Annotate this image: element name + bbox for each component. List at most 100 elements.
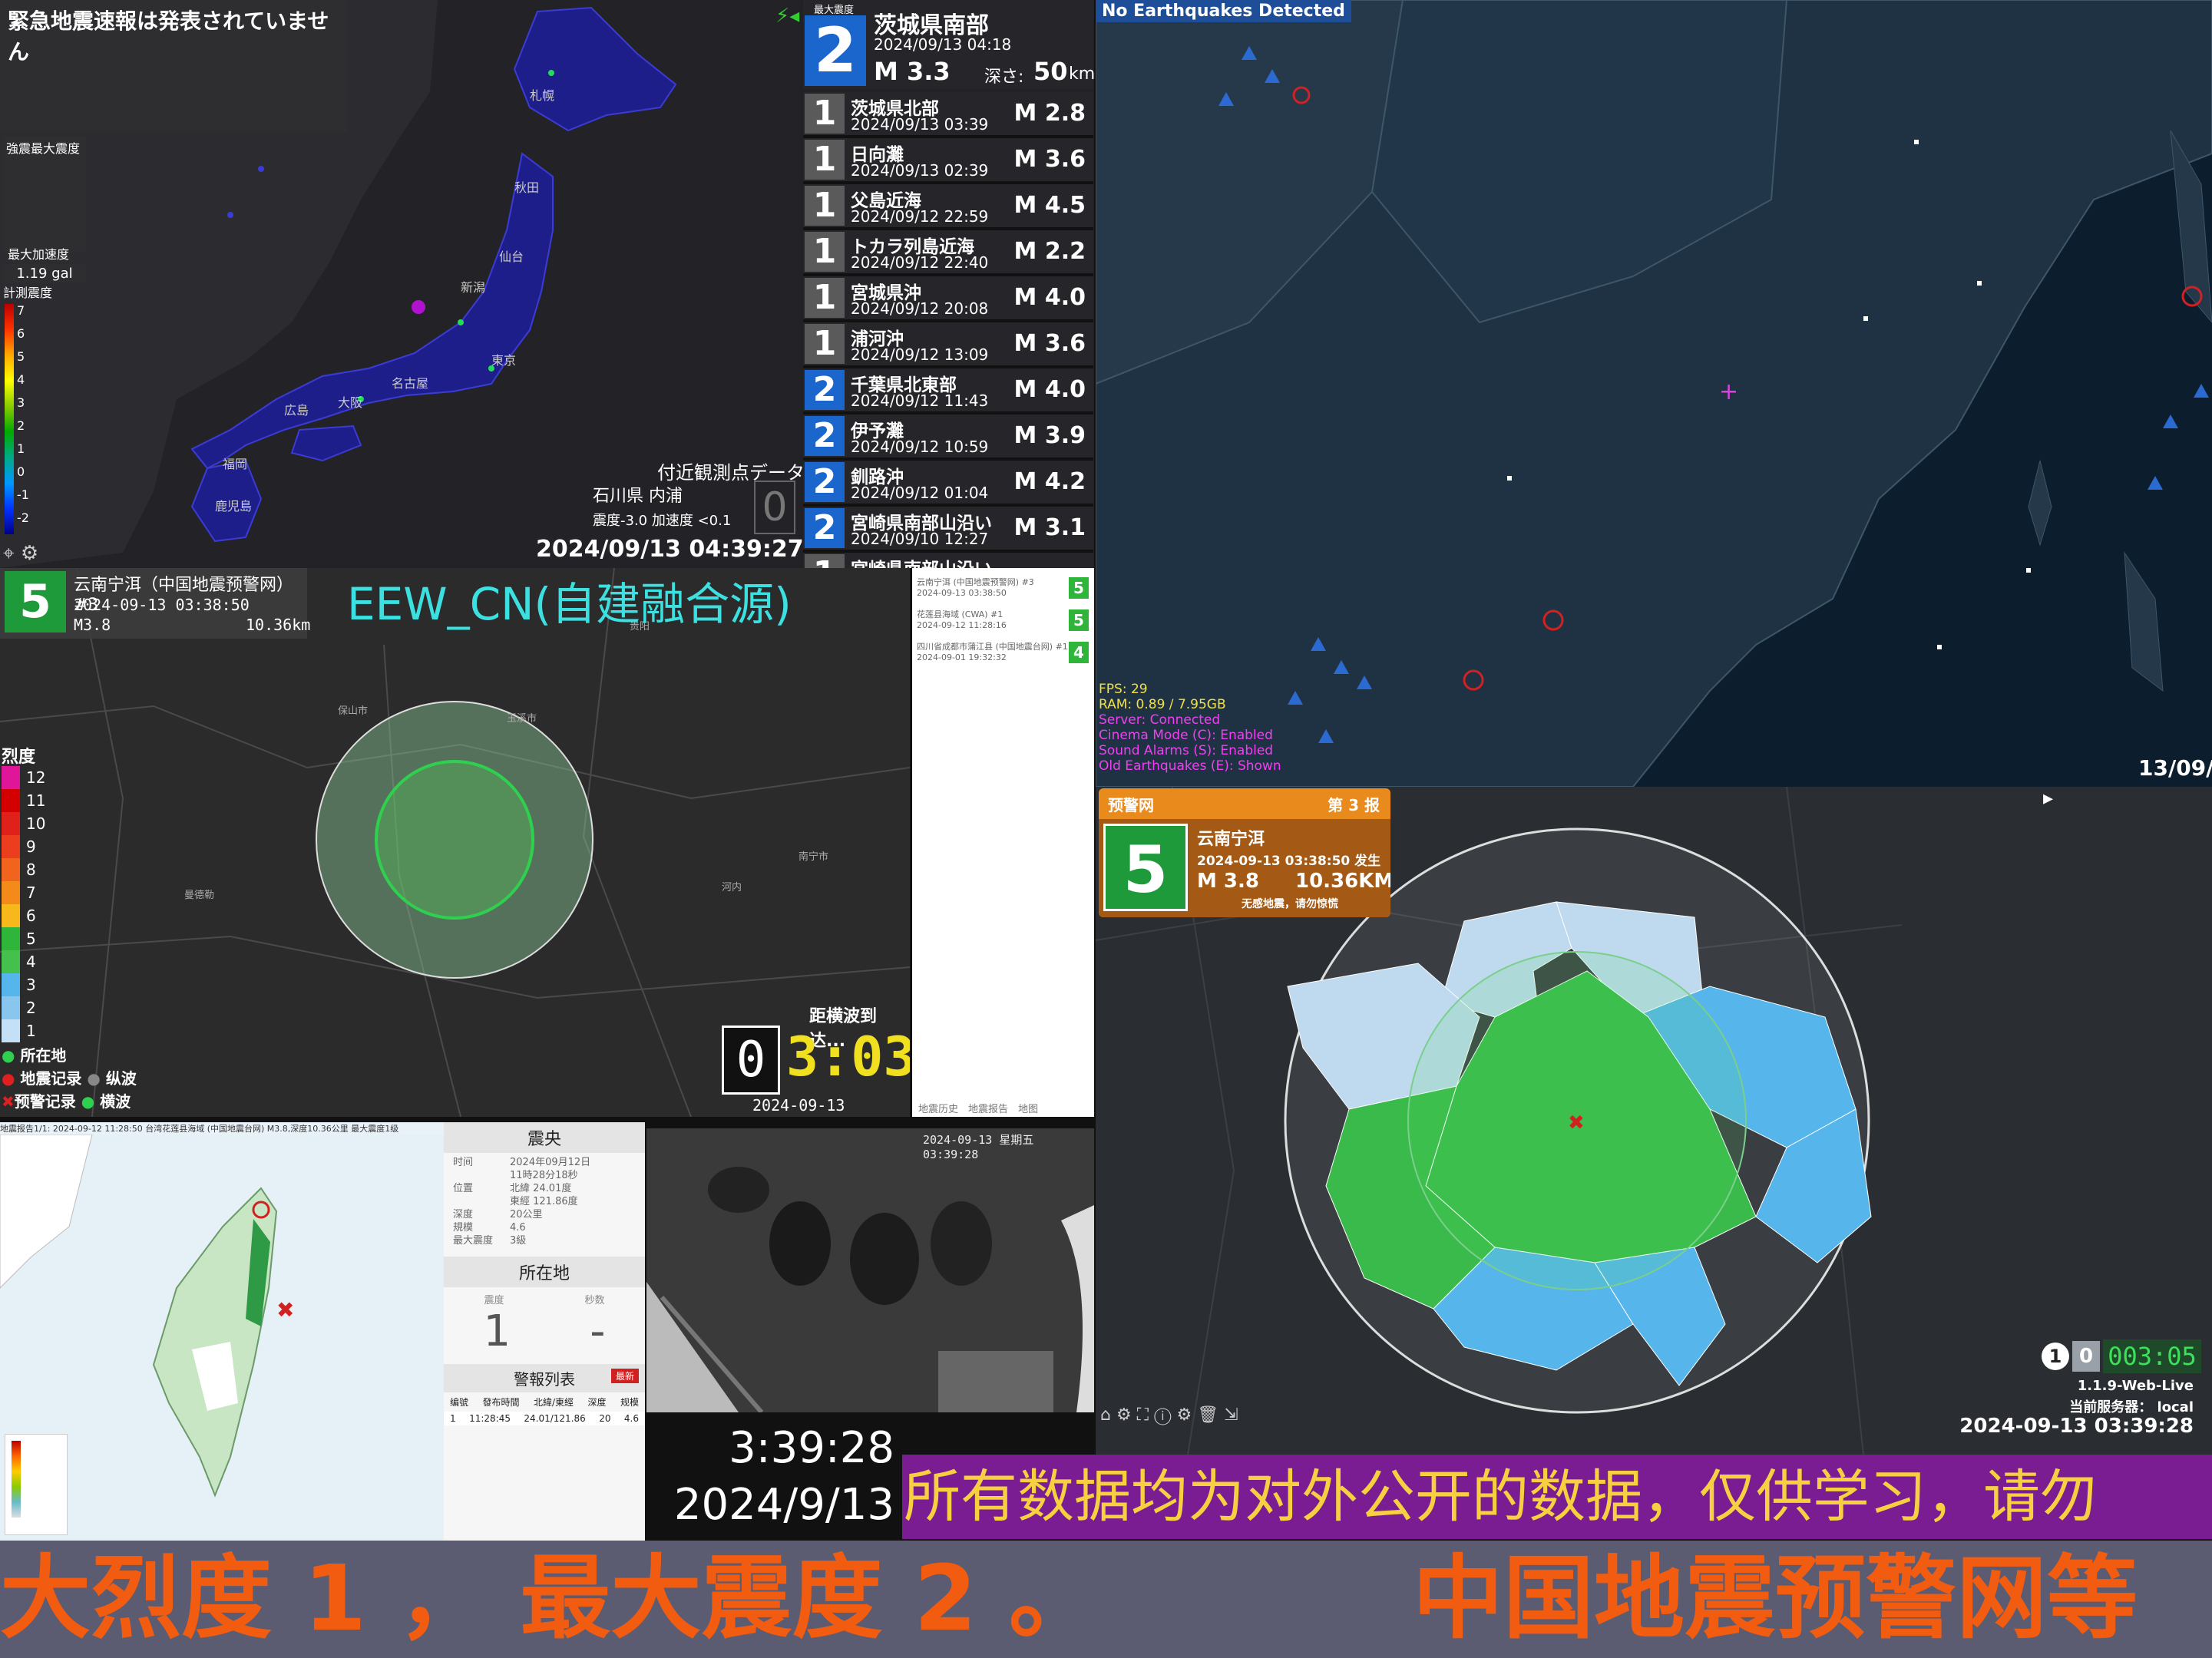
quake-intensity: 1 <box>805 232 845 272</box>
ticker-disclaimer: 所有数据均为对外公开的数据，仅供学习，请勿 <box>902 1455 2212 1539</box>
cn-side-item[interactable]: 云南宁洱 (中国地震预警网) #32024-09-13 03:38:50M3.8… <box>917 577 1089 599</box>
quake-time: 2024/09/13 03:39 <box>851 115 989 134</box>
cn-source-title: EEW_CN(自建融合源) <box>347 578 792 630</box>
quake-time: 2024/09/10 12:27 <box>851 530 989 548</box>
latest-quake-card[interactable]: 最大震度 2 茨城県南部 2024/09/13 04:18 M 3.3 深さ: … <box>803 0 1094 89</box>
alert-list-header: 编號 發布時間 北緯/東經 深度 规模 <box>450 1397 639 1408</box>
quake-row[interactable]: 1 トカラ列島近海 2024/09/12 22:40 M 2.2 <box>803 230 1093 276</box>
quake-row[interactable]: 1 宮崎県南部山沿い <box>803 553 1093 568</box>
alert-list-title: 警報列表 最新 <box>444 1364 645 1392</box>
latest-depth-label: 深さ: <box>984 68 1024 87</box>
quake-row[interactable]: 1 父島近海 2024/09/12 22:59 M 4.5 <box>803 184 1093 230</box>
nearby-station: 石川県 内浦 <box>593 487 683 506</box>
cn-intensity: 5 <box>5 571 66 632</box>
svg-text:南宁市: 南宁市 <box>799 850 828 863</box>
hypo-title: 震央 <box>444 1122 645 1153</box>
quake-row[interactable]: 1 茨城県北部 2024/09/13 03:39 M 2.8 <box>803 92 1093 138</box>
quake-mag: M 3.9 <box>1013 422 1086 449</box>
cn-side-list: 云南宁洱 (中国地震预警网) #32024-09-13 03:38:50M3.8… <box>912 568 1094 1117</box>
max-intensity-box: 強震最大震度 <box>3 137 86 252</box>
cea-time: 2024-09-13 03:38:50 发生 <box>1197 854 1381 869</box>
cea-alert-card[interactable]: 预警网 第 3 报 5 云南宁洱 2024-09-13 03:38:50 发生 … <box>1099 788 1390 917</box>
cea-depth: 10.36KM <box>1295 870 1390 893</box>
world-eew-panel: + No Earthquakes Detected FPS: 29 RAM: 0… <box>1096 0 2212 787</box>
quake-mag: M 4.0 <box>1013 376 1086 403</box>
connection-icon: ⚡◂ <box>775 5 800 28</box>
quake-time: 2024/09/12 22:40 <box>851 253 989 272</box>
quake-intensity: 2 <box>805 370 845 410</box>
cea-expand-icon[interactable]: ▸ <box>2043 787 2053 810</box>
quake-time: 2024/09/12 22:59 <box>851 207 989 226</box>
hypo-row: 規模 4.6 <box>453 1222 526 1234</box>
quake-mag: M 3.6 <box>1013 330 1086 357</box>
quake-row[interactable]: 2 宮崎県南部山沿い 2024/09/10 12:27 M 3.1 <box>803 507 1093 553</box>
debug-overlay: FPS: 29 RAM: 0.89 / 7.95GB Server: Conne… <box>1099 682 1281 774</box>
quake-mag: M 2.2 <box>1013 238 1086 265</box>
quake-place: 宮崎県南部山沿い <box>851 554 992 568</box>
taiwan-report-panel: 地震报告1/1: 2024-09-12 11:28:50 台湾花莲县海域 (中国… <box>0 1122 444 1541</box>
cn-countdown: 3:03 <box>786 1026 910 1088</box>
asia-map: + <box>1096 0 2212 787</box>
cea-mag: M 3.8 <box>1197 870 1259 893</box>
japan-monitor-panel: 札幌 秋田 仙台 新潟 東京 名古屋 大阪 広島 福岡 鹿児島 緊急地震速報は発表されていません … <box>0 0 1094 568</box>
quake-intensity: 2 <box>805 462 845 502</box>
intensity-color-scale <box>5 304 14 534</box>
cn-depth: 10.36km <box>246 616 311 634</box>
svg-text:鹿児島: 鹿児島 <box>215 499 252 514</box>
cea-version: 1.1.9-Web-Live <box>2077 1378 2194 1394</box>
quake-mag: M 2.8 <box>1013 100 1086 127</box>
japan-clock: 2024/09/13 04:39:27 <box>536 536 804 563</box>
svg-text:保山市: 保山市 <box>338 705 368 717</box>
settings-icons[interactable]: ⌖ ⚙ <box>3 542 38 566</box>
cn-side-tabs[interactable]: 地震历史 地震报告 地图 <box>918 1101 1038 1115</box>
measured-intensity-label: 計測震度 <box>3 286 53 300</box>
loc-title: 所在地 <box>444 1257 645 1287</box>
cea-server: 当前服务器： local <box>2069 1399 2194 1415</box>
cea-timer: 003:05 <box>2103 1339 2201 1373</box>
svg-text:福岡: 福岡 <box>223 457 247 471</box>
max-accel-value: 1.19 gal <box>3 264 86 283</box>
quake-row[interactable]: 1 浦河沖 2024/09/12 13:09 M 3.6 <box>803 322 1093 368</box>
quake-time: 2024/09/12 13:09 <box>851 345 989 364</box>
quake-mag: M 4.0 <box>1013 284 1086 311</box>
cn-side-item[interactable]: 花莲县海域 (CWA) #12024-09-12 11:28:16M4.6 5 <box>917 609 1089 631</box>
camera-overlay: 2024-09-13 星期五 03:39:28 <box>923 1133 1034 1161</box>
quake-time: 2024/09/12 01:04 <box>851 484 989 502</box>
cea-toolbar[interactable]: ⌂ ⚙ ⛶ ⓘ ⚙ 🗑 ⇲ <box>1100 1405 1238 1425</box>
quake-time: 2024/09/12 10:59 <box>851 438 989 456</box>
latest-time: 2024/09/13 04:18 <box>874 35 1012 54</box>
alert-list-row[interactable]: 1 11:28:45 24.01/121.86 20 4.6 <box>444 1412 645 1425</box>
cn-event-card[interactable]: 5 云南宁洱（中国地震预警网）#3 2024-09-13 03:38:50 M3… <box>0 568 311 639</box>
quake-row[interactable]: 2 伊予灘 2024/09/12 10:59 M 3.9 <box>803 414 1093 461</box>
quake-row[interactable]: 2 千葉県北東部 2024/09/12 11:43 M 4.0 <box>803 368 1093 414</box>
cn-mag: M3.8 <box>74 616 111 634</box>
quake-intensity: 1 <box>805 140 845 180</box>
quake-row[interactable]: 1 宮城県沖 2024/09/12 20:08 M 4.0 <box>803 276 1093 322</box>
cea-place: 云南宁洱 <box>1197 830 1265 849</box>
local-date: 2024/9/13 <box>673 1480 894 1530</box>
quake-row[interactable]: 1 日向灘 2024/09/13 02:39 M 3.6 <box>803 138 1093 184</box>
quake-row[interactable]: 2 釧路沖 2024/09/12 01:04 M 4.2 <box>803 461 1093 507</box>
cn-side-item[interactable]: 四川省成都市蒲江县 (中国地震台网) #1 2024-09-01 19:32:32… <box>917 642 1089 663</box>
eew-status-box: 緊急地震速報は発表されていません <box>0 0 347 132</box>
taiwan-info-panel: 震央 时间 2024年09月12日 11時28分18秒 位置 北緯 24.01度 東經 1… <box>444 1122 645 1541</box>
taiwan-top-bar: 地震报告1/1: 2024-09-12 11:28:50 台湾花莲县海域 (中国… <box>0 1124 399 1134</box>
taiwan-legend <box>5 1434 68 1535</box>
cea-intensity: 5 <box>1103 824 1188 911</box>
svg-text:河内: 河内 <box>722 881 742 893</box>
max-accel-box: 最大加速度 1.19 gal <box>3 243 86 283</box>
quake-mag: M 4.2 <box>1013 468 1086 495</box>
quake-intensity: 1 <box>805 554 845 568</box>
quake-time: 2024/09/12 20:08 <box>851 299 989 318</box>
quake-mag: M 3.6 <box>1013 146 1086 173</box>
camera-image <box>646 1128 1094 1412</box>
cea-report-no: 第 3 报 <box>1328 796 1380 814</box>
latest-mag: M 3.3 <box>874 57 951 86</box>
svg-text:大阪: 大阪 <box>338 395 362 410</box>
cea-timer-box: 1 0 003:05 <box>2042 1339 2204 1375</box>
cn-side-intensity: 4 <box>1069 642 1089 663</box>
svg-text:✖: ✖ <box>1568 1111 1585 1135</box>
quake-intensity: 1 <box>805 278 845 318</box>
cn-scale-labels: 12 11 10 9 8 7 6 5 4 3 2 1 <box>26 768 46 1040</box>
max-accel-label: 最大加速度 <box>8 247 70 262</box>
